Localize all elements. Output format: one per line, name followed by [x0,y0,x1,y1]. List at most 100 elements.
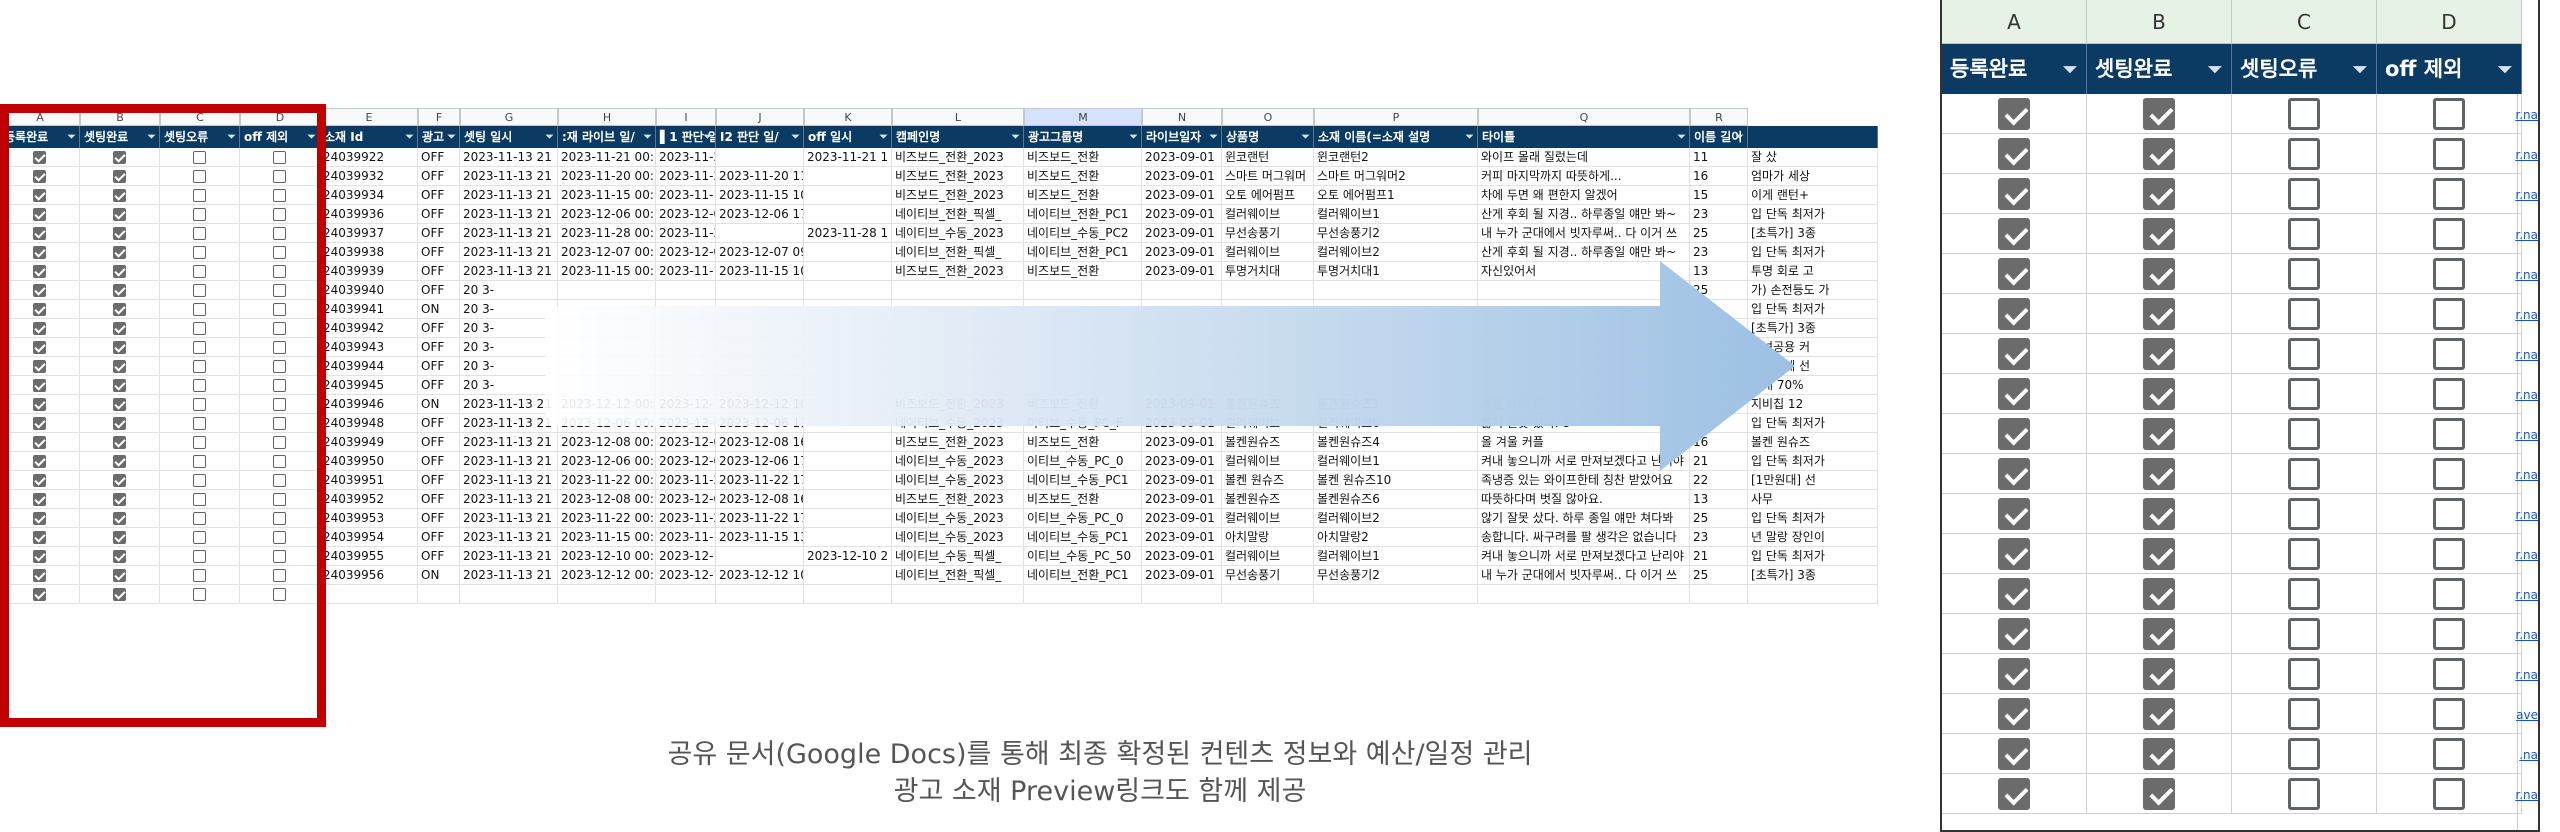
table-cell[interactable]: 볼켄 원슈즈10 [1314,471,1478,490]
table-cell[interactable] [804,528,892,547]
checked-checkbox[interactable] [1998,97,2030,130]
filter-icon[interactable]: ⏷ [1301,126,1310,148]
zoom-column-header[interactable]: off 제외 ⏷ [2377,44,2522,94]
table-cell[interactable]: 2023-09-01 [1142,471,1222,490]
table-cell[interactable]: 비즈보드_전환_2023 [892,167,1024,186]
table-cell[interactable]: 2023-11-13 21 [460,547,558,566]
table-cell[interactable]: 20 3- [460,357,558,376]
unchecked-checkbox[interactable] [2433,537,2465,570]
zoom-column-header[interactable]: 등록완료 ⏷ [1942,44,2087,94]
unchecked-checkbox[interactable] [2288,697,2320,730]
table-cell[interactable]: 네이티브_전환_PC1 [1024,566,1142,585]
zoom-column-letter-d[interactable]: D [2377,0,2522,44]
table-cell[interactable]: OFF [418,167,460,186]
table-cell[interactable]: 컬러웨이브 [1222,547,1314,566]
table-cell[interactable] [1314,585,1478,604]
table-cell[interactable]: 네이티브_수동_2023 [892,471,1024,490]
checked-checkbox[interactable] [2143,377,2175,410]
table-cell[interactable]: 비즈보드_전환 [1024,490,1142,509]
table-cell[interactable] [1222,585,1314,604]
checked-checkbox[interactable] [1998,737,2030,770]
table-cell[interactable]: 아치말랑 [1222,528,1314,547]
table-cell[interactable]: 2023-11-15 10:51:38 [716,186,804,205]
table-cell[interactable]: OFF [418,433,460,452]
unchecked-checkbox[interactable] [2288,617,2320,650]
table-cell[interactable]: 2023-11-13 21 [460,205,558,224]
table-cell[interactable]: 입 단독 최저가 [1748,547,1878,566]
preview-link[interactable]: .na [2519,748,2538,762]
table-cell[interactable]: 23 [1690,243,1748,262]
table-cell[interactable]: 2023-11-13 21 [460,395,558,414]
unchecked-checkbox[interactable] [2433,417,2465,450]
unchecked-checkbox[interactable] [2433,497,2465,530]
table-cell[interactable]: 2023-11-15 13:20:54 [716,528,804,547]
column-header[interactable]: 소재 이름(=소재 설명 ⏷ [1314,126,1478,148]
table-cell[interactable]: 25 [1690,566,1748,585]
checked-checkbox[interactable] [1998,497,2030,530]
table-cell[interactable]: 2023-11-22 17:00:26 [716,471,804,490]
table-cell[interactable]: 오토 에어펌프1 [1314,186,1478,205]
table-cell[interactable]: 2023-12-06 00: [558,205,656,224]
table-cell[interactable] [804,471,892,490]
table-cell[interactable]: 24039950 [320,452,418,471]
filter-icon[interactable]: ⏷ [2207,44,2223,94]
table-cell[interactable]: 21 [1690,547,1748,566]
unchecked-checkbox[interactable] [2288,257,2320,290]
table-cell[interactable]: 2023-09-01 [1142,509,1222,528]
table-cell[interactable]: 2023-12-08 00: [558,490,656,509]
table-cell[interactable]: 입 단독 최저가 [1748,243,1878,262]
table-cell[interactable]: 2023-11-15 00: [558,186,656,205]
table-cell[interactable]: OFF [418,471,460,490]
table-cell[interactable]: 2023-09-01 [1142,148,1222,167]
table-cell[interactable]: 네이티브_전환_PC1 [1024,205,1142,224]
table-cell[interactable]: OFF [418,528,460,547]
table-cell[interactable]: ON [418,566,460,585]
table-cell[interactable]: 2023-12-10 20:40:21 [656,547,716,566]
zoom-column-letter-b[interactable]: B [2087,0,2232,44]
table-cell[interactable]: 24039939 [320,262,418,281]
table-cell[interactable]: 24039955 [320,547,418,566]
table-cell[interactable]: 볼켄원슈즈 [1222,490,1314,509]
preview-link[interactable]: r.na [2515,468,2538,482]
table-cell[interactable]: 2023-11-22 1 [656,509,716,528]
filter-icon[interactable]: ⏷ [1011,126,1020,148]
unchecked-checkbox[interactable] [2288,497,2320,530]
table-cell[interactable]: 2023-11-22 17:00:28 [716,509,804,528]
table-cell[interactable]: 2023-12-10 00: [558,547,656,566]
table-cell[interactable]: 2023-12-07 00: [558,243,656,262]
table-cell[interactable]: 20 3- [460,376,558,395]
table-cell[interactable]: 따뜻하다며 벗질 않아요. [1478,490,1690,509]
unchecked-checkbox[interactable] [2433,777,2465,810]
filter-icon[interactable]: ⏷ [1209,126,1218,148]
table-cell[interactable]: 24039937 [320,224,418,243]
table-cell[interactable]: 컬러웨이브1 [1314,547,1478,566]
column-header[interactable]: off 일시 ⏷ [804,126,892,148]
table-cell[interactable]: 24039944 [320,357,418,376]
table-cell[interactable]: OFF [418,205,460,224]
table-cell[interactable]: 2023-11-28 00: [558,224,656,243]
table-cell[interactable]: 24039954 [320,528,418,547]
table-cell[interactable]: 네이티브_전환_픽셀_ [892,205,1024,224]
table-cell[interactable] [804,167,892,186]
filter-icon[interactable]: ⏷ [643,126,652,148]
unchecked-checkbox[interactable] [2433,377,2465,410]
table-cell[interactable]: 산게 후회 될 지경.. 하루종일 얘만 봐~ [1478,205,1690,224]
checked-checkbox[interactable] [1998,577,2030,610]
table-cell[interactable]: 네이티브_수동_PC1 [1024,471,1142,490]
checked-checkbox[interactable] [2143,337,2175,370]
checked-checkbox[interactable] [2143,297,2175,330]
table-cell[interactable]: 24039938 [320,243,418,262]
table-cell[interactable]: 네이티브_수동_PC1 [1024,528,1142,547]
table-cell[interactable]: 24039942 [320,319,418,338]
column-header[interactable]: 소재 Id ⏷ [320,126,418,148]
table-cell[interactable]: 2023-11-20 11 [656,167,716,186]
checked-checkbox[interactable] [2143,177,2175,210]
unchecked-checkbox[interactable] [2433,137,2465,170]
table-cell[interactable]: 무선송풍기 [1222,566,1314,585]
table-cell[interactable]: 윈코랜턴 [1222,148,1314,167]
table-cell[interactable]: 24039932 [320,167,418,186]
column-header[interactable]: I2 판단 일/ ⏷ [716,126,804,148]
table-cell[interactable]: 무선송풍기2 [1314,566,1478,585]
preview-link[interactable]: r.na [2515,548,2538,562]
unchecked-checkbox[interactable] [2288,377,2320,410]
